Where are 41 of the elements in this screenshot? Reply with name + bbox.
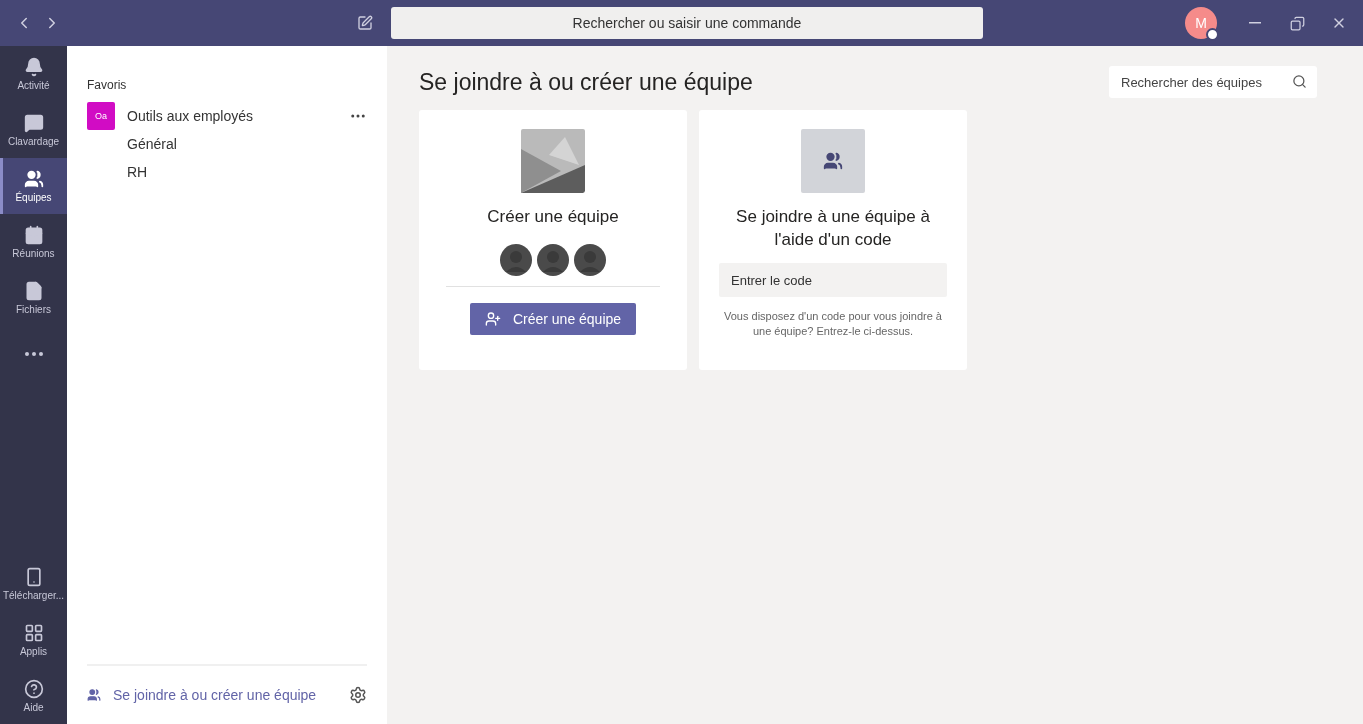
card-title: Créer une équipe <box>486 206 620 228</box>
join-create-team-link[interactable]: Se joindre à ou créer une équipe <box>113 687 337 703</box>
avatar-icon <box>537 244 569 276</box>
section-label: Favoris <box>87 78 128 92</box>
rail-item[interactable]: Fichiers <box>0 270 67 326</box>
restore-icon <box>1289 15 1305 31</box>
command-search-field[interactable]: Rechercher ou saisir une commande <box>391 7 983 39</box>
create-team-button[interactable]: Créer une équipe <box>470 303 636 335</box>
rail-item[interactable]: Activité <box>0 46 67 102</box>
team-name[interactable]: Outils aux employés <box>127 108 337 124</box>
channel-item[interactable]: RH <box>87 158 367 186</box>
team-search-field[interactable]: Rechercher des équipes <box>1109 66 1317 98</box>
teams-icon <box>23 169 44 189</box>
settings-icon[interactable] <box>349 686 367 704</box>
add-people-icon <box>484 311 501 327</box>
help-icon <box>23 679 44 699</box>
rail-item[interactable]: Équipes <box>0 158 67 214</box>
hint-text: Vous disposez d'un code pour vous joindre à une équipe? Entrez-le ci-dessus. <box>723 309 943 339</box>
channel-item[interactable]: Général <box>87 130 367 158</box>
compose-icon <box>357 15 373 31</box>
code-field[interactable]: Entrer le code <box>719 263 947 297</box>
teams-icon <box>823 151 843 171</box>
rail-item[interactable]: Aide <box>0 668 67 724</box>
rail-item[interactable]: Réunions <box>0 214 67 270</box>
card-title: Se joindre à une équipe à l'aide d'un code <box>735 206 931 251</box>
page-title: Se joindre à ou créer une équipe <box>419 68 753 96</box>
avatar-icon <box>574 244 606 276</box>
more-icon <box>24 352 43 356</box>
minimize-icon <box>1249 22 1261 24</box>
rail-item[interactable]: Télécharger... <box>0 556 67 612</box>
chat-icon <box>23 113 44 133</box>
team-badge: Oa <box>87 102 115 130</box>
apps-icon <box>23 623 44 643</box>
rail-item[interactable]: Clavardage <box>0 102 67 158</box>
rail-item[interactable]: Applis <box>0 612 67 668</box>
bell-icon <box>23 57 44 77</box>
avatar-icon <box>500 244 532 276</box>
teams-icon <box>87 688 101 702</box>
calendar-icon <box>23 225 44 245</box>
image-placeholder-drawing <box>521 129 585 193</box>
search-icon[interactable] <box>1292 74 1307 89</box>
